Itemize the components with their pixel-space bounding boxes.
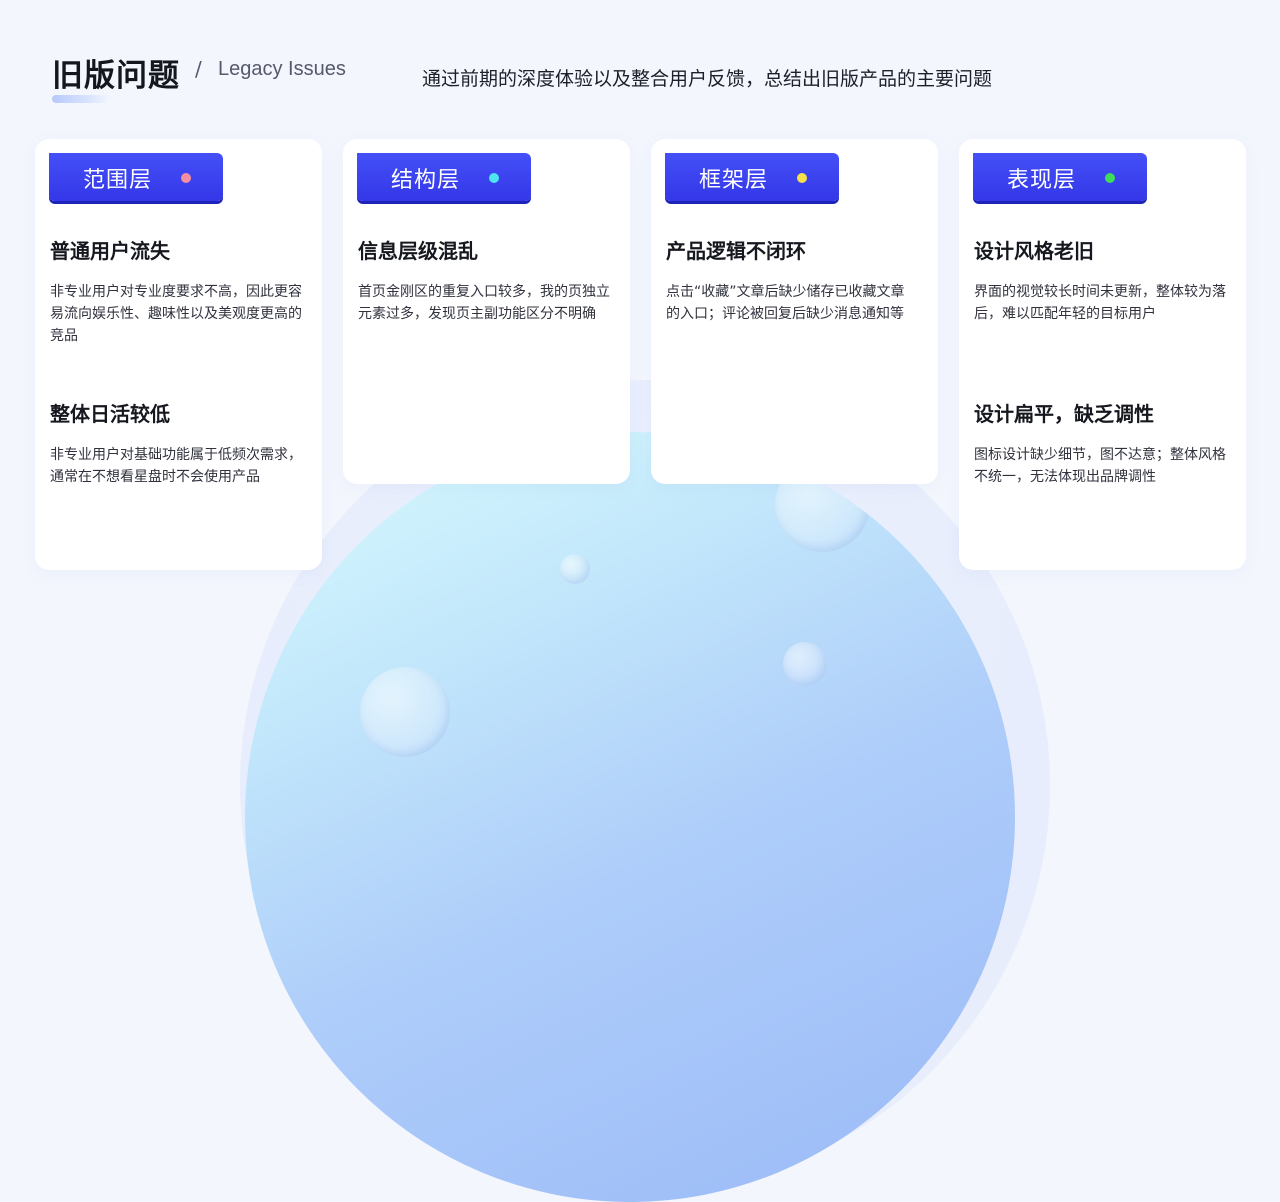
card-tag-dot	[1105, 173, 1115, 183]
issue-item: 整体日活较低 非专业用户对基础功能属于低频次需求，通常在不想看星盘时不会使用产品	[50, 398, 302, 488]
card-tag-label: 框架层	[699, 168, 769, 193]
card-scope-layer: 范围层 普通用户流失 非专业用户对专业度要求不高，因此更容易流向娱乐性、趣味性以…	[35, 139, 322, 570]
card-structure-layer: 结构层 信息层级混乱 首页金刚区的重复入口较多，我的页独立元素过多，发现页主副功…	[343, 139, 630, 484]
planet-crater	[360, 667, 450, 757]
issue-title: 产品逻辑不闭环	[666, 239, 806, 263]
issue-title: 整体日活较低	[50, 402, 170, 426]
issue-item: 设计风格老旧 界面的视觉较长时间未更新，整体较为落后，难以匹配年轻的目标用户	[974, 235, 1226, 325]
card-tag-label: 表现层	[1007, 168, 1077, 193]
card-framework-layer: 框架层 产品逻辑不闭环 点击“收藏”文章后缺少储存已收藏文章的入口；评论被回复后…	[651, 139, 938, 484]
planet-crater	[560, 554, 590, 584]
title-underline	[52, 95, 110, 103]
planet-crater	[783, 642, 827, 686]
issue-item: 普通用户流失 非专业用户对专业度要求不高，因此更容易流向娱乐性、趣味性以及美观度…	[50, 235, 302, 347]
card-tag-label: 范围层	[83, 168, 153, 193]
card-tag-label: 结构层	[391, 168, 461, 193]
issue-title: 信息层级混乱	[358, 239, 478, 263]
page-title: 旧版问题	[52, 58, 180, 94]
card-tag: 框架层	[665, 153, 839, 201]
issue-text: 非专业用户对基础功能属于低频次需求，通常在不想看星盘时不会使用产品	[50, 447, 302, 485]
card-tag-dot	[489, 173, 499, 183]
issue-text: 点击“收藏”文章后缺少储存已收藏文章的入口；评论被回复后缺少消息通知等	[666, 284, 905, 322]
card-tag: 表现层	[973, 153, 1147, 201]
planet-decoration	[245, 432, 1015, 1202]
card-tag-dot	[181, 173, 191, 183]
issue-text: 界面的视觉较长时间未更新，整体较为落后，难以匹配年轻的目标用户	[974, 284, 1226, 322]
page-subtitle: 通过前期的深度体验以及整合用户反馈，总结出旧版产品的主要问题	[422, 68, 993, 90]
issue-item: 产品逻辑不闭环 点击“收藏”文章后缺少储存已收藏文章的入口；评论被回复后缺少消息…	[666, 235, 918, 325]
card-presentation-layer: 表现层 设计风格老旧 界面的视觉较长时间未更新，整体较为落后，难以匹配年轻的目标…	[959, 139, 1246, 570]
issue-text: 首页金刚区的重复入口较多，我的页独立元素过多，发现页主副功能区分不明确	[358, 284, 610, 322]
card-tag-dot	[797, 173, 807, 183]
issue-text: 非专业用户对专业度要求不高，因此更容易流向娱乐性、趣味性以及美观度更高的竞品	[50, 284, 302, 344]
issue-title: 设计扁平，缺乏调性	[974, 402, 1154, 426]
page-title-english: Legacy Issues	[218, 58, 346, 80]
issue-item: 设计扁平，缺乏调性 图标设计缺少细节，图不达意；整体风格不统一，无法体现出品牌调…	[974, 398, 1226, 488]
issue-title: 设计风格老旧	[974, 239, 1094, 263]
title-separator: /	[195, 57, 202, 81]
issue-title: 普通用户流失	[50, 239, 170, 263]
issue-text: 图标设计缺少细节，图不达意；整体风格不统一，无法体现出品牌调性	[974, 447, 1226, 485]
issue-item: 信息层级混乱 首页金刚区的重复入口较多，我的页独立元素过多，发现页主副功能区分不…	[358, 235, 610, 325]
card-tag: 结构层	[357, 153, 531, 201]
card-tag: 范围层	[49, 153, 223, 201]
